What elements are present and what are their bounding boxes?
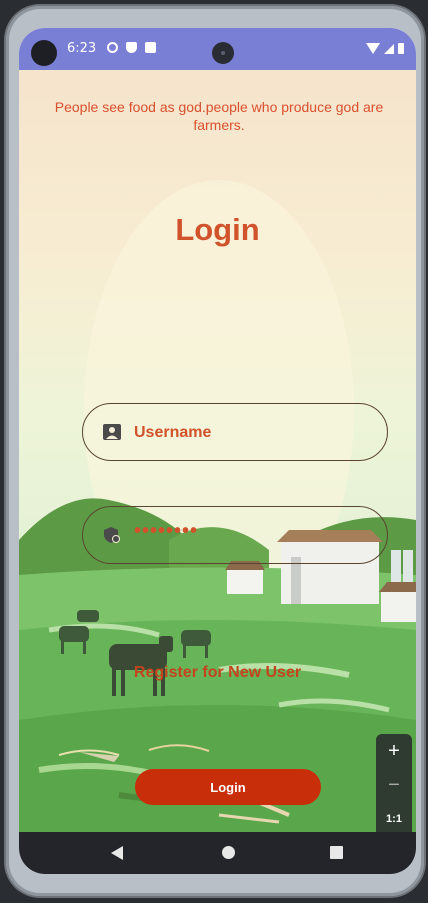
status-bar: 6:23 <box>19 28 416 70</box>
lock-icon <box>104 527 120 543</box>
password-field[interactable]: •••••••• <box>82 506 388 564</box>
password-value: •••••••• <box>134 520 199 542</box>
screen: 6:23 People see food as god.people who p… <box>19 28 416 874</box>
shield-icon <box>126 42 137 53</box>
zoom-out-button[interactable]: − <box>376 768 412 802</box>
page-title: Login <box>175 212 260 247</box>
wifi-icon <box>366 43 380 54</box>
battery-icon <box>398 43 404 54</box>
login-screen: People see food as god.people who produc… <box>19 70 416 832</box>
username-field[interactable]: Username <box>82 403 388 461</box>
home-icon[interactable] <box>222 846 235 859</box>
zoom-reset-button[interactable]: 1:1 <box>376 802 412 836</box>
phone-frame: 6:23 People see food as god.people who p… <box>6 6 424 896</box>
farmer-quote: People see food as god.people who produc… <box>54 99 384 133</box>
front-camera <box>212 42 234 64</box>
signal-icon <box>384 44 394 54</box>
login-button[interactable]: Login <box>135 769 321 805</box>
username-placeholder: Username <box>134 424 212 441</box>
register-link[interactable]: Register for New User <box>19 664 416 682</box>
sd-card-icon <box>145 42 156 53</box>
recents-icon[interactable] <box>330 846 343 859</box>
camera-dot <box>31 40 57 66</box>
settings-icon <box>107 42 118 53</box>
navigation-bar <box>19 832 416 874</box>
back-icon[interactable] <box>111 846 123 860</box>
status-time: 6:23 <box>67 41 97 56</box>
user-icon <box>103 424 121 440</box>
zoom-in-button[interactable]: + <box>376 734 412 768</box>
